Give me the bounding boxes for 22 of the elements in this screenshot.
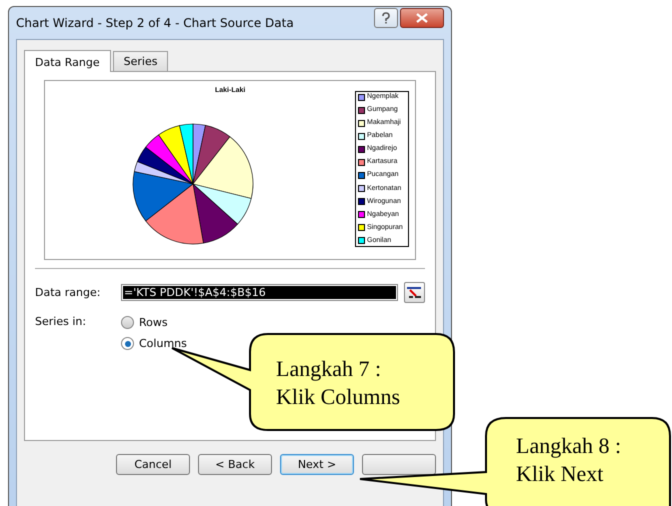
field-label: Data range: (35, 286, 102, 299)
close-icon (416, 13, 428, 23)
tab[interactable]: Data Range (24, 50, 111, 72)
dialog-button[interactable]: Cancel (116, 454, 190, 475)
window-title: Chart Wizard - Step 2 of 4 - Chart Source Data (16, 16, 295, 30)
collapse-dialog-button[interactable] (404, 282, 425, 303)
radio-button[interactable] (121, 316, 134, 329)
radio-button[interactable] (121, 337, 134, 350)
dialog-button[interactable]: < Back (198, 454, 272, 475)
data-range-field[interactable]: ='KTS PDDK'!$A$4:$B$16 (121, 284, 398, 301)
radio-label[interactable]: Columns (139, 337, 187, 350)
question-mark-icon (381, 12, 391, 24)
dialog-button[interactable]: Next > (280, 454, 354, 475)
tab[interactable]: Series (112, 51, 168, 71)
callout-text: Langkah 8 : Klik Next (516, 432, 622, 488)
help-button[interactable] (374, 8, 398, 28)
range-select-icon (407, 286, 422, 298)
callout-text: Langkah 7 : Klik Columns (276, 355, 400, 411)
dialog-button[interactable] (362, 454, 436, 475)
field-label: Series in: (35, 315, 88, 330)
radio-label[interactable]: Rows (139, 316, 168, 329)
close-button[interactable] (400, 8, 444, 28)
